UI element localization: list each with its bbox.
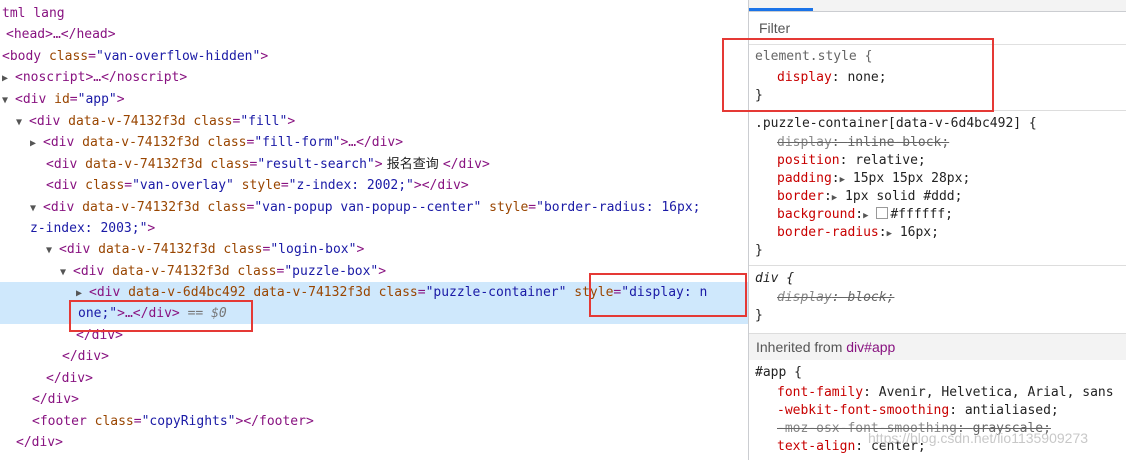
expand-triangle-icon[interactable]: ▶ <box>30 133 43 154</box>
dom-line[interactable]: </div> <box>46 368 93 389</box>
css-property[interactable]: padding:▶ 15px 15px 28px; <box>777 170 970 188</box>
dom-line[interactable]: ▼ <div data-v-74132f3d class="login-box"> <box>46 239 364 260</box>
css-property-overridden[interactable]: display: block; <box>777 289 894 307</box>
styles-tab-bar[interactable] <box>749 0 1126 12</box>
expand-shorthand-icon[interactable]: ▶ <box>863 211 868 221</box>
dom-line[interactable]: ▶ <noscript>…</noscript> <box>2 67 187 88</box>
dom-line[interactable]: <div class="van-overlay" style="z-index:… <box>46 175 469 196</box>
css-property[interactable]: position: relative; <box>777 152 926 170</box>
elements-panel: tml lang <head>…</head> <body class="van… <box>0 0 748 460</box>
dom-line[interactable]: ▼ <div data-v-74132f3d class="puzzle-box"… <box>60 261 386 282</box>
puzzle-rule-selector: .puzzle-container[data-v-6d4bc492] { <box>755 116 1037 131</box>
active-tab-indicator <box>749 8 813 11</box>
dom-line[interactable]: </div> <box>62 346 109 367</box>
inherited-node-link[interactable]: div#app <box>846 339 895 355</box>
expand-triangle-icon[interactable]: ▶ <box>2 68 15 89</box>
expand-shorthand-icon[interactable]: ▶ <box>887 229 892 239</box>
dom-line[interactable]: </div> <box>16 432 63 453</box>
collapse-triangle-icon[interactable]: ▼ <box>16 112 29 133</box>
dom-line[interactable]: ▼ <div data-v-74132f3d class="van-popup v… <box>30 197 701 218</box>
dom-line[interactable]: </div> <box>32 389 79 410</box>
dom-line[interactable]: <body class="van-overflow-hidden"> <box>2 46 268 67</box>
collapse-triangle-icon[interactable]: ▼ <box>30 198 43 219</box>
collapse-triangle-icon[interactable]: ▼ <box>2 90 15 111</box>
inherited-header: Inherited from div#app <box>749 333 1126 360</box>
dom-line[interactable]: <div data-v-74132f3d class="result-searc… <box>46 154 490 175</box>
expand-shorthand-icon[interactable]: ▶ <box>840 175 845 185</box>
highlight-box-style-attr <box>589 273 747 317</box>
collapse-triangle-icon[interactable]: ▼ <box>60 262 73 283</box>
dom-line[interactable]: <head>…</head> <box>6 24 116 45</box>
watermark: https://blog.csdn.net/lio1135909273 <box>868 430 1089 446</box>
highlight-box-none-value <box>69 300 253 332</box>
rule-close: } <box>755 243 763 258</box>
highlight-box-element-style <box>722 38 994 112</box>
collapse-triangle-icon[interactable]: ▼ <box>46 240 59 261</box>
dom-line[interactable]: ▼ <div data-v-74132f3d class="fill"> <box>16 111 295 132</box>
dom-line[interactable]: ▼ <div id="app"> <box>2 89 125 110</box>
css-property-overridden[interactable]: display: inline-block; <box>777 134 949 152</box>
div-rule-selector: div { <box>755 271 795 286</box>
css-property[interactable]: background:▶ #ffffff; <box>777 206 953 224</box>
expand-shorthand-icon[interactable]: ▶ <box>832 193 837 203</box>
app-rule-selector: #app { <box>755 365 802 380</box>
css-property[interactable]: font-family: Avenir, Helvetica, Arial, s… <box>777 384 1114 402</box>
css-property[interactable]: border:▶ 1px solid #ddd; <box>777 188 962 206</box>
dom-line[interactable]: <footer class="copyRights"></footer> <box>32 411 314 432</box>
css-property[interactable]: -webkit-font-smoothing: antialiased; <box>777 402 1059 420</box>
dom-line[interactable]: z-index: 2003;"> <box>30 218 155 239</box>
dom-line[interactable]: tml lang <box>2 3 65 24</box>
color-swatch-icon[interactable] <box>876 207 889 219</box>
css-property[interactable]: border-radius:▶ 16px; <box>777 224 939 242</box>
rule-close: } <box>755 308 763 323</box>
dom-line[interactable]: ▶ <div data-v-74132f3d class="fill-form">… <box>30 132 403 153</box>
